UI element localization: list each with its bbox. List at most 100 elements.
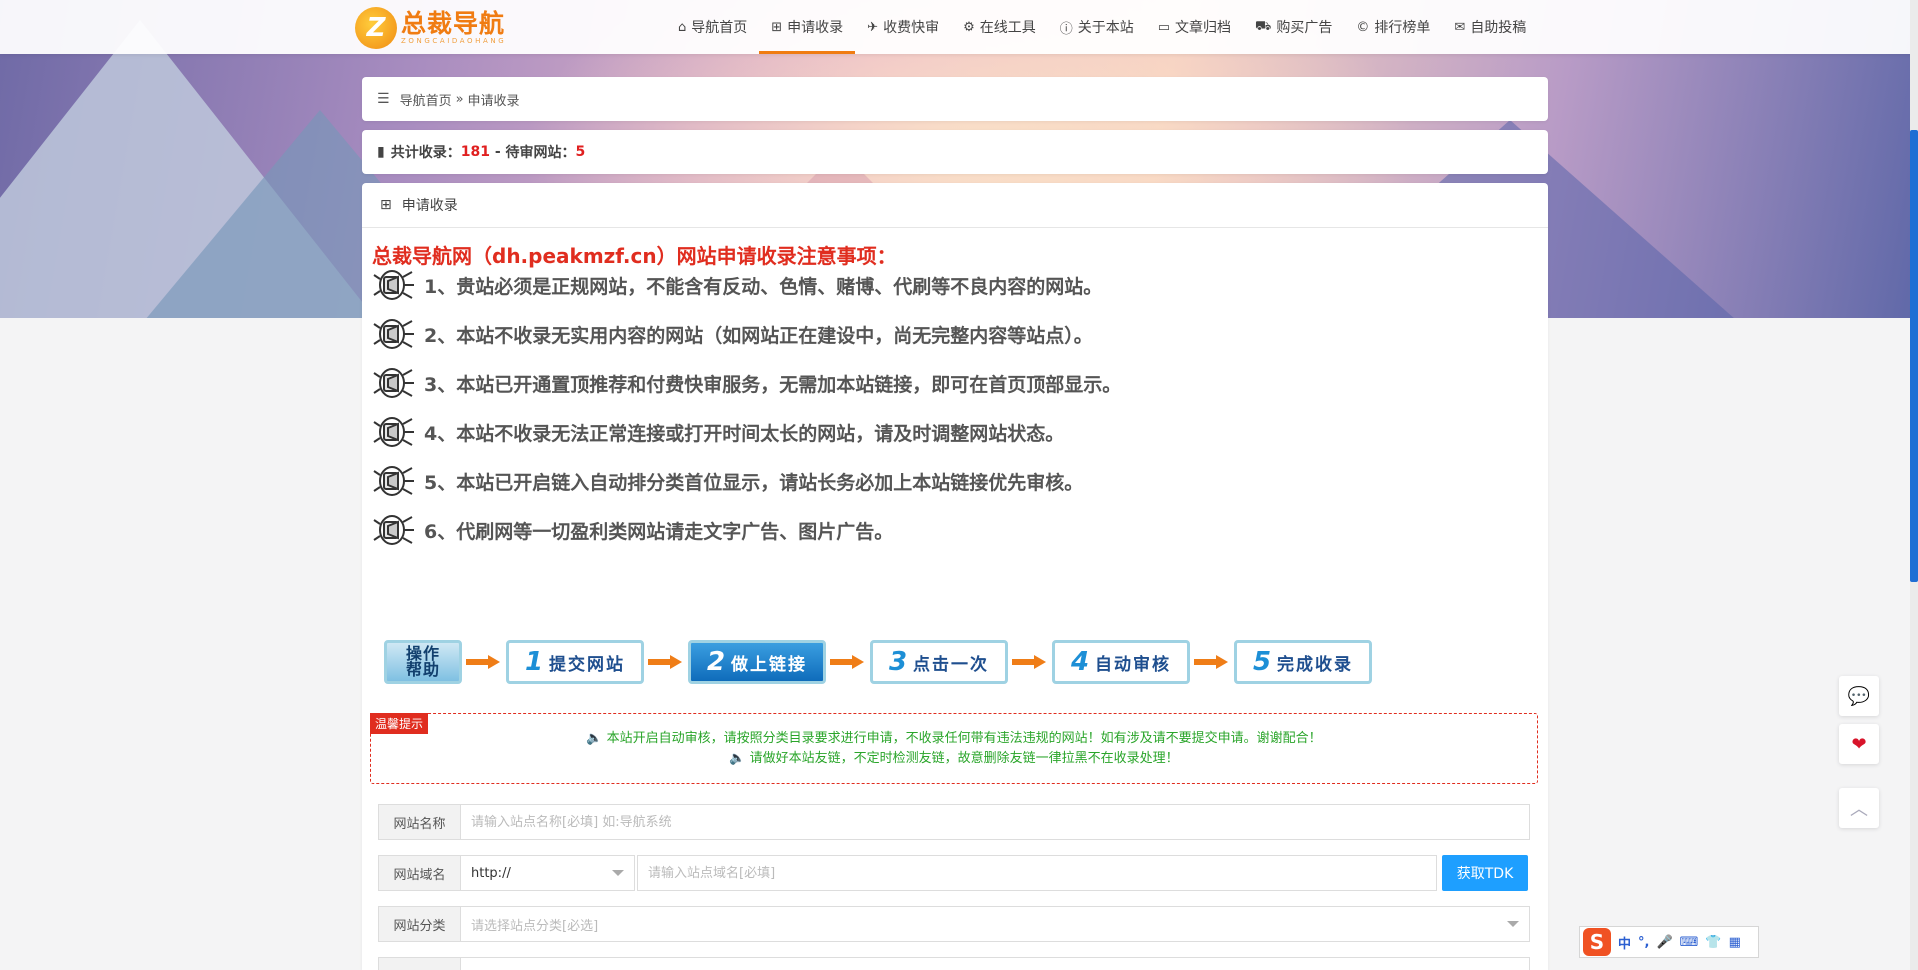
nav-item-label: 排行榜单	[1374, 20, 1431, 36]
nav-item[interactable]: ▭ 文章归档	[1146, 0, 1243, 54]
punctuation-icon[interactable]: °,	[1638, 935, 1649, 950]
step-label: 点击一次	[913, 654, 990, 675]
signpost-icon: ☰	[377, 91, 390, 107]
rule-text: 2、本站不收录无实用内容的网站（如网站正在建设中，尚无完整内容等站点）。	[424, 324, 1093, 347]
nav-item-label: 自助投稿	[1470, 20, 1527, 36]
site-name-input[interactable]	[460, 804, 1530, 840]
site-category-row: 网站分类 请选择站点分类[必选]	[378, 906, 1530, 942]
next-form-row	[378, 957, 1530, 970]
step-label: 自动审核	[1095, 654, 1172, 675]
logo-subtext: ZONGCAIDAOHANG	[401, 36, 507, 45]
rule-item: 1、贵站必须是正规网站，不能含有反动、色情、赌博、代刷等不良内容的网站。	[370, 263, 1102, 307]
top-navbar: Z 总裁导航 ZONGCAIDAOHANG ⌂ 导航首页 ⊞ 申请收录 ✈ 收费快审 ⚙ 在线…	[0, 0, 1918, 54]
chevron-up-icon: ︿	[1850, 799, 1868, 820]
step-help-label: 操作帮助	[405, 644, 440, 679]
microphone-icon[interactable]: 🎤	[1656, 935, 1672, 950]
step-item: 2 做上链接	[688, 640, 826, 684]
tip-line: 🔈 本站开启自动审核，请按照分类目录要求进行申请，不收录任何带有违法违规的网站！如…	[586, 731, 1322, 746]
rule-item: 4、本站不收录无法正常连接或打开时间太长的网站，请及时调整网站状态。	[370, 410, 1064, 454]
nav-item[interactable]: ✈ 收费快审	[855, 0, 951, 54]
logo-text: 总裁导航	[401, 8, 506, 38]
site-name-label: 网站名称	[378, 804, 460, 840]
chat-bubbles-icon: 💬	[1847, 685, 1871, 707]
breadcrumb-current: 申请收录	[467, 93, 520, 109]
comment-button[interactable]: 💬	[1839, 676, 1879, 716]
nav-item-label: 文章归档	[1175, 20, 1232, 36]
nav-item-label: 购买广告	[1276, 20, 1333, 36]
chevron-down-icon	[1507, 921, 1519, 927]
protocol-select[interactable]: http://	[460, 855, 635, 891]
step-label: 做上链接	[731, 654, 808, 675]
category-select[interactable]: 请选择站点分类[必选]	[460, 906, 1530, 942]
rule-item: 2、本站不收录无实用内容的网站（如网站正在建设中，尚无完整内容等站点）。	[370, 312, 1093, 356]
rule-text: 3、本站已开通置顶推荐和付费快审服务，无需加本站链接，即可在首页顶部显示。	[424, 373, 1122, 396]
bookmark-icon: ▮	[377, 144, 385, 160]
rule-text: 1、贵站必须是正规网站，不能含有反动、色情、赌博、代刷等不良内容的网站。	[424, 275, 1103, 298]
step-arrow-icon	[1008, 655, 1052, 669]
keyboard-icon[interactable]: ⌨	[1680, 935, 1699, 950]
copyright-icon: ©	[1356, 19, 1370, 35]
site-domain-label: 网站域名	[378, 855, 460, 891]
nav-item-label: 关于本站	[1077, 20, 1134, 36]
megaphone-icon	[370, 363, 420, 403]
nav-item[interactable]: ⊞ 申请收录	[759, 0, 856, 54]
ime-toolbar: S 中 °, 🎤 ⌨ 👕 ▦	[1579, 926, 1759, 958]
plus-square-icon: ⊞	[771, 19, 783, 35]
rule-item: 5、本站已开启链入自动排分类首位显示，请站长务必加上本站链接优先审核。	[370, 459, 1083, 503]
page-scrollbar[interactable]	[1910, 0, 1918, 970]
rule-text: 6、代刷网等一切盈利类网站请走文字广告、图片广告。	[424, 520, 894, 543]
info-icon: ⓘ	[1059, 21, 1073, 37]
nav-item[interactable]: ⛟ 购买广告	[1243, 0, 1344, 54]
step-item: 4 自动审核	[1052, 640, 1190, 684]
step-number: 1	[524, 647, 546, 677]
next-row-field[interactable]	[460, 957, 1530, 970]
category-placeholder: 请选择站点分类[必选]	[471, 918, 599, 934]
speaker-icon: 🔈	[729, 751, 746, 766]
breadcrumb: ☰ 导航首页 » 申请收录	[362, 77, 1548, 121]
site-domain-row: 网站域名 http:// 获取TDK	[378, 855, 1530, 891]
step-arrow-icon	[826, 655, 870, 669]
breadcrumb-home-link[interactable]: 导航首页	[400, 90, 452, 109]
nav-item-label: 收费快审	[883, 20, 940, 36]
main-nav: ⌂ 导航首页 ⊞ 申请收录 ✈ 收费快审 ⚙ 在线工具 ⓘ 关于本站 ▭ 文章归档 ⛟ 购买广告 © 排行榜单…	[666, 0, 1538, 54]
nav-item[interactable]: ⓘ 关于本站	[1048, 0, 1146, 54]
nav-item[interactable]: ✉ 自助投稿	[1442, 0, 1538, 54]
back-to-top-button[interactable]: ︿	[1839, 788, 1879, 828]
step-number: 2	[706, 647, 728, 677]
envelope-icon: ✉	[1454, 19, 1466, 35]
ime-mode-toggle[interactable]: 中	[1618, 933, 1631, 952]
step-arrow-icon	[644, 655, 688, 669]
tip-line: 🔈 请做好本站友链，不定时检测友链，故意删除友链一律拉黑不在收录处理！	[729, 751, 1179, 766]
favorite-button[interactable]: ❤	[1839, 724, 1879, 764]
step-arrow-icon	[462, 655, 506, 669]
step-item: 3 点击一次	[870, 640, 1008, 684]
site-name-row: 网站名称	[378, 804, 1530, 840]
get-tdk-button[interactable]: 获取TDK	[1442, 855, 1528, 891]
total-count: 181	[460, 144, 490, 160]
toolbox-grid-icon[interactable]: ▦	[1729, 935, 1741, 950]
heart-icon: ❤	[1851, 733, 1867, 755]
stats-separator: -	[489, 144, 506, 160]
nav-item-label: 在线工具	[979, 20, 1036, 36]
skin-shirt-icon[interactable]: 👕	[1705, 935, 1721, 950]
nav-item[interactable]: ⌂ 导航首页	[666, 0, 759, 54]
step-number: 4	[1070, 647, 1092, 677]
scrollbar-thumb[interactable]	[1910, 130, 1918, 582]
sogou-logo-icon[interactable]: S	[1583, 928, 1611, 956]
step-item: 5 完成收录	[1234, 640, 1372, 684]
protocol-value: http://	[471, 865, 511, 881]
stats-bar: ▮ 共计收录： 181 - 待审网站： 5	[362, 130, 1548, 174]
site-logo[interactable]: Z 总裁导航 ZONGCAIDAOHANG	[355, 7, 507, 49]
step-label: 提交网站	[549, 654, 626, 675]
speaker-icon: 🔈	[586, 731, 603, 746]
breadcrumb-separator: »	[455, 91, 464, 107]
megaphone-icon	[370, 510, 420, 550]
nav-item[interactable]: © 排行榜单	[1344, 0, 1442, 54]
rule-text: 5、本站已开启链入自动排分类首位显示，请站长务必加上本站链接优先审核。	[424, 471, 1084, 494]
megaphone-icon	[370, 461, 420, 501]
nav-item[interactable]: ⚙ 在线工具	[951, 0, 1048, 54]
steps-banner: 操作帮助 1 提交网站 2 做上链接 3 点击一次 4 自动审核 5 完成收录	[384, 639, 1524, 685]
panel-header: ⊞ 申请收录	[362, 183, 1548, 228]
megaphone-icon	[370, 412, 420, 452]
site-domain-input[interactable]	[637, 855, 1437, 891]
